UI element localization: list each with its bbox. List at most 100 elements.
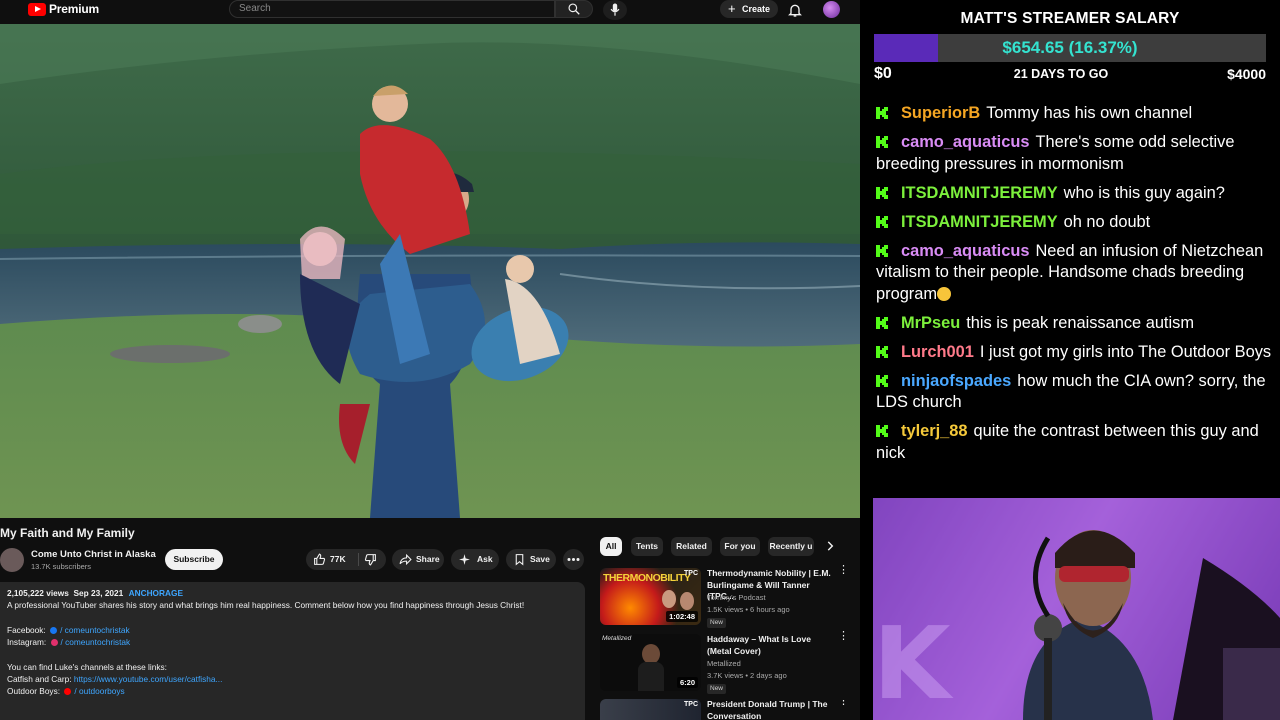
bell-icon xyxy=(788,4,802,17)
salary-title: MATT'S STREAMER SALARY xyxy=(960,10,1180,27)
thumbnail-tag: TPC xyxy=(684,701,698,708)
chat-message: tylerj_88 quite the contrast between this… xyxy=(876,421,1272,464)
chat-username[interactable]: ITSDAMNITJEREMY xyxy=(901,213,1058,231)
catfish-label: Catfish and Carp: xyxy=(7,674,72,685)
outdoor-line: Outdoor Boys: / outdoorboys xyxy=(7,685,578,697)
kick-badge-icon xyxy=(876,215,888,228)
video-duration: 6:20 xyxy=(676,677,698,688)
youtube-small-icon xyxy=(64,688,72,696)
facebook-icon xyxy=(50,626,58,634)
hashtag-link[interactable]: ANCHORAGE xyxy=(129,588,183,598)
like-dislike-group: 77K xyxy=(306,549,386,570)
kick-badge-icon xyxy=(876,136,888,148)
thumbs-down-icon[interactable] xyxy=(364,553,377,566)
share-button[interactable]: Share xyxy=(392,549,444,570)
search-input[interactable]: Search xyxy=(229,0,555,18)
chat-message: ninjaofspades how much the CIA own? sorry… xyxy=(876,371,1272,414)
chat-message: SuperiorB Tommy has his own channel xyxy=(876,103,1272,125)
chat-text: I just got my girls into The Outdoor Boy… xyxy=(979,342,1272,361)
channel-name[interactable]: Come Unto Christ in Alaska xyxy=(31,549,156,560)
related-channel[interactable]: Metallized xyxy=(707,659,741,668)
thumbnail-text: THERMONOBILITY xyxy=(603,572,691,584)
search-button[interactable] xyxy=(555,0,593,18)
related-title[interactable]: President Donald Trump | The Conversatio… xyxy=(707,699,835,720)
chat-username[interactable]: SuperiorB xyxy=(901,104,980,122)
outdoor-link[interactable]: / outdoorboys xyxy=(74,686,124,696)
salary-progress-bar: $654.65 (16.37%) xyxy=(874,34,1266,62)
search-icon xyxy=(568,3,580,15)
more-horizontal-icon xyxy=(567,558,580,561)
chip-recently-uploaded[interactable]: Recently u xyxy=(768,537,814,556)
thumbs-up-icon[interactable] xyxy=(313,553,326,566)
related-thumbnail[interactable]: Metallized 6:20 xyxy=(600,634,701,691)
chip-for-you[interactable]: For you xyxy=(720,537,760,556)
related-thumbnail[interactable]: TPC xyxy=(600,699,701,720)
ask-label: Ask xyxy=(477,554,493,564)
create-button[interactable]: + Create xyxy=(720,0,778,18)
chat-username[interactable]: ITSDAMNITJEREMY xyxy=(901,184,1058,202)
instagram-link[interactable]: / comeuntochristak xyxy=(61,637,131,647)
share-icon xyxy=(399,553,412,566)
catfish-link[interactable]: https://www.youtube.com/user/catfisha... xyxy=(74,674,223,684)
video-description[interactable]: 2,105,222 views Sep 23, 2021 ANCHORAGE A… xyxy=(0,582,585,720)
webcam-image: K xyxy=(873,498,1280,720)
chat-username[interactable]: camo_aquaticus xyxy=(901,133,1029,151)
subscriber-count: 13.7K subscribers xyxy=(31,562,92,571)
chat-username[interactable]: Lurch001 xyxy=(901,343,974,361)
chat-username[interactable]: tylerj_88 xyxy=(901,422,968,440)
new-badge: New xyxy=(707,618,727,628)
chat-username[interactable]: MrPseu xyxy=(901,314,960,332)
chat-message: camo_aquaticus There's some odd selective… xyxy=(876,132,1272,175)
chip-related[interactable]: Related xyxy=(671,537,712,556)
more-vertical-icon[interactable]: ⋮ xyxy=(838,631,849,642)
account-avatar[interactable] xyxy=(823,1,840,18)
facebook-link[interactable]: / comeuntochristak xyxy=(60,625,130,635)
related-thumbnail[interactable]: THERMONOBILITY TPC 1:02:48 xyxy=(600,568,701,625)
salary-days-left: 21 DAYS TO GO xyxy=(1013,67,1109,81)
related-title[interactable]: Haddaway – What Is Love (Metal Cover) xyxy=(707,634,835,657)
chat-username[interactable]: camo_aquaticus xyxy=(901,242,1029,260)
thumbnail-text: Metallized xyxy=(602,635,632,642)
channels-text: You can find Luke's channels at these li… xyxy=(7,661,167,672)
channel-avatar[interactable] xyxy=(0,548,24,572)
more-vertical-icon[interactable]: ⋮ xyxy=(838,699,849,707)
related-channel[interactable]: Tommy's Podcast xyxy=(707,593,766,602)
description-text: A professional YouTuber shares his story… xyxy=(7,600,525,611)
laughing-emoji-icon xyxy=(937,286,952,301)
like-count[interactable]: 77K xyxy=(330,549,346,570)
kick-badge-icon xyxy=(876,425,888,437)
salary-max: $4000 xyxy=(1227,66,1266,82)
plus-icon: + xyxy=(728,1,736,16)
youtube-logo[interactable]: Premium xyxy=(28,2,99,16)
chat-text: Tommy has his own channel xyxy=(986,104,1193,122)
thumbnail-tag: TPC xyxy=(684,570,698,577)
chip-tents[interactable]: Tents xyxy=(631,537,663,556)
stream-overlay: MATT'S STREAMER SALARY $654.65 (16.37%) … xyxy=(860,0,1280,720)
video-duration: 1:02:48 xyxy=(666,611,698,622)
kick-badge-icon xyxy=(876,374,888,387)
outdoor-label: Outdoor Boys: xyxy=(7,686,61,697)
video-title: My Faith and My Family xyxy=(0,526,135,540)
ask-button[interactable]: Ask xyxy=(451,549,499,570)
video-player[interactable] xyxy=(0,24,860,518)
related-video-item[interactable]: TPC President Donald Trump | The Convers… xyxy=(600,699,850,720)
chevron-right-icon[interactable] xyxy=(823,539,837,553)
save-button[interactable]: Save xyxy=(506,549,556,570)
kick-badge-icon xyxy=(876,316,888,329)
chat-text: oh no doubt xyxy=(1063,212,1151,231)
upload-date: Sep 23, 2021 xyxy=(73,588,124,598)
related-video-item[interactable]: Metallized 6:20 Haddaway – What Is Love … xyxy=(600,631,850,696)
chat-username[interactable]: ninjaofspades xyxy=(901,372,1011,390)
youtube-top-bar: Premium Search + Create xyxy=(0,0,860,24)
more-vertical-icon[interactable]: ⋮ xyxy=(838,565,849,576)
youtube-logo-text: Premium xyxy=(49,2,99,16)
subscribe-button[interactable]: Subscribe xyxy=(165,549,223,570)
chat-text: who is this guy again? xyxy=(1063,183,1225,202)
notifications-button[interactable] xyxy=(787,2,803,18)
youtube-play-icon xyxy=(28,2,46,16)
chip-all[interactable]: All xyxy=(600,537,622,556)
more-actions-button[interactable] xyxy=(563,549,584,570)
voice-search-button[interactable] xyxy=(603,0,627,20)
svg-text:K: K xyxy=(873,605,954,720)
related-video-item[interactable]: THERMONOBILITY TPC 1:02:48 Thermodynamic… xyxy=(600,565,850,630)
